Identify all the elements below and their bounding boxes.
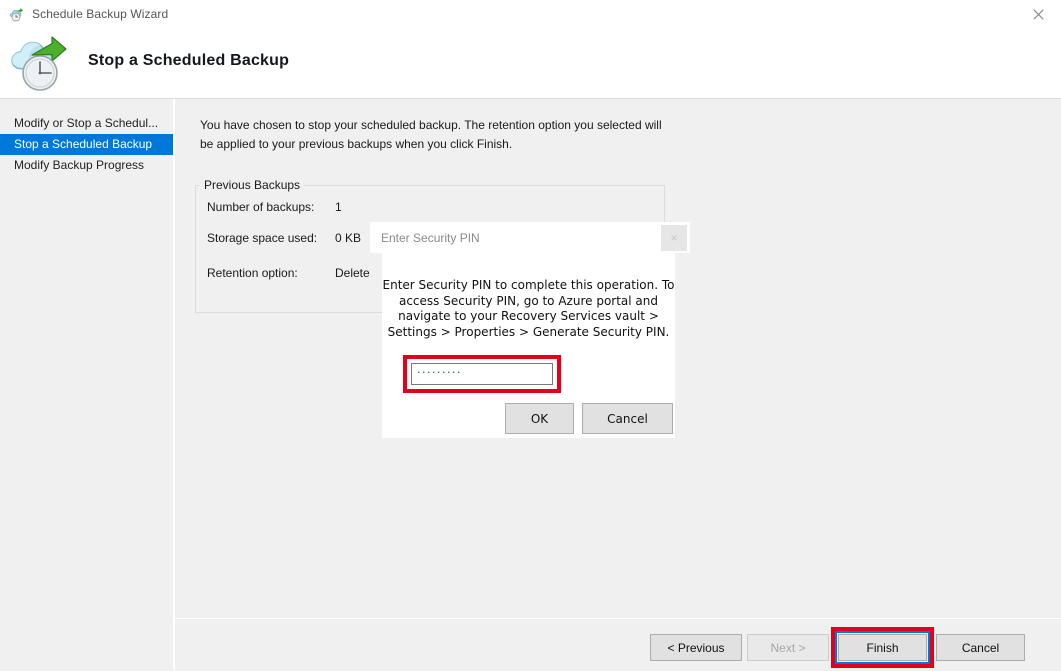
retention-option-label: Retention option: — [207, 266, 298, 280]
pin-input[interactable]: ········· — [411, 363, 553, 385]
pin-ok-button[interactable]: OK — [505, 403, 574, 434]
number-of-backups-label: Number of backups: — [207, 200, 314, 214]
previous-button[interactable]: < Previous — [650, 634, 742, 661]
sidebar-item-stop-a-scheduled-backup[interactable]: Stop a Scheduled Backup — [0, 134, 173, 155]
close-icon[interactable] — [1016, 0, 1061, 28]
number-of-backups-value: 1 — [335, 200, 342, 214]
cancel-button[interactable]: Cancel — [936, 634, 1025, 661]
cloud-clock-icon — [8, 6, 24, 22]
previous-backups-groupbox-title: Previous Backups — [200, 178, 304, 192]
pin-dialog-message: Enter Security PIN to complete this oper… — [382, 278, 675, 340]
cloud-clock-large-icon — [8, 31, 72, 93]
pin-dialog-titlebar: Enter Security PIN × — [370, 222, 690, 253]
page-title: Stop a Scheduled Backup — [88, 52, 289, 70]
storage-space-used-label: Storage space used: — [207, 231, 317, 245]
intro-text: You have chosen to stop your scheduled b… — [200, 116, 670, 154]
page-header: Stop a Scheduled Backup — [0, 28, 1061, 99]
pin-cancel-button[interactable]: Cancel — [582, 403, 673, 434]
wizard-sidebar: Modify or Stop a Schedul... Stop a Sched… — [0, 99, 173, 668]
window-title: Schedule Backup Wizard — [32, 7, 168, 21]
sidebar-item-modify-or-stop[interactable]: Modify or Stop a Schedul... — [0, 113, 173, 134]
finish-button[interactable]: Finish — [838, 634, 927, 661]
next-button: Next > — [747, 634, 829, 661]
retention-option-value: Delete — [335, 266, 370, 280]
window-titlebar: Schedule Backup Wizard — [0, 0, 1061, 28]
storage-space-used-value: 0 KB — [335, 231, 361, 245]
sidebar-item-modify-backup-progress[interactable]: Modify Backup Progress — [0, 155, 173, 176]
pin-dialog-title: Enter Security PIN — [381, 231, 480, 245]
pin-dialog-close-icon[interactable]: × — [661, 225, 687, 251]
